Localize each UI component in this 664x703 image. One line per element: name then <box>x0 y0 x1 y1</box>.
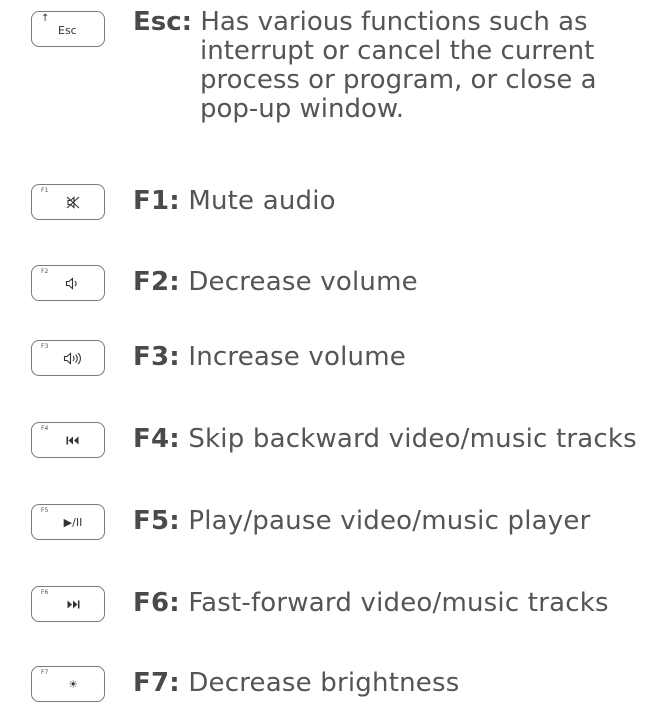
esc-line-4: pop-up window. <box>200 94 405 124</box>
f2-key: F2 <box>31 265 105 301</box>
f3-description: F3: Increase volume <box>133 342 406 373</box>
f2-text: Decrease volume <box>188 267 418 297</box>
f5-text: Play/pause video/music player <box>188 506 591 536</box>
f4-description: F4: Skip backward video/music tracks <box>133 424 637 455</box>
f1-text: Mute audio <box>188 186 336 216</box>
up-arrow-icon: ↑ <box>41 13 50 24</box>
f3-title: F3: <box>133 342 180 372</box>
play-pause-icon: ▶/II <box>63 515 83 529</box>
brightness-down-icon: ☀ <box>68 677 78 691</box>
f6-description: F6: Fast-forward video/music tracks <box>133 588 609 619</box>
f5-title: F5: <box>133 506 180 536</box>
f1-key: F1 <box>31 184 105 220</box>
f7-text: Decrease brightness <box>188 668 460 698</box>
f7-title: F7: <box>133 668 180 698</box>
f6-title: F6: <box>133 588 180 618</box>
f4-text: Skip backward video/music tracks <box>188 424 637 454</box>
volume-down-icon <box>32 266 104 300</box>
f2-description: F2: Decrease volume <box>133 267 418 298</box>
skip-backward-icon <box>32 423 104 457</box>
volume-up-icon <box>32 341 104 375</box>
f7-description: F7: Decrease brightness <box>133 668 459 699</box>
esc-description: Esc: Has various functions such as inter… <box>133 8 597 124</box>
f1-description: F1: Mute audio <box>133 186 336 217</box>
mute-icon <box>32 185 104 219</box>
f5-description: F5: Play/pause video/music player <box>133 506 590 537</box>
f4-key: F4 <box>31 422 105 458</box>
esc-line-1: Esc: Has various functions such as <box>133 7 588 37</box>
fast-forward-icon <box>32 587 104 621</box>
esc-key-label: Esc <box>58 24 77 37</box>
f6-key: F6 <box>31 586 105 622</box>
f1-title: F1: <box>133 186 180 216</box>
esc-title: Esc: <box>133 7 193 37</box>
f7-key: F7 ☀ <box>31 666 105 702</box>
f3-text: Increase volume <box>188 342 406 372</box>
f6-text: Fast-forward video/music tracks <box>188 588 609 618</box>
f3-key: F3 <box>31 340 105 376</box>
f5-key: F5 ▶/II <box>31 504 105 540</box>
esc-key: ↑ Esc <box>31 11 105 47</box>
esc-line-2: interrupt or cancel the current <box>200 36 595 66</box>
f2-title: F2: <box>133 267 180 297</box>
f4-title: F4: <box>133 424 180 454</box>
esc-line-3: process or program, or close a <box>200 65 597 95</box>
